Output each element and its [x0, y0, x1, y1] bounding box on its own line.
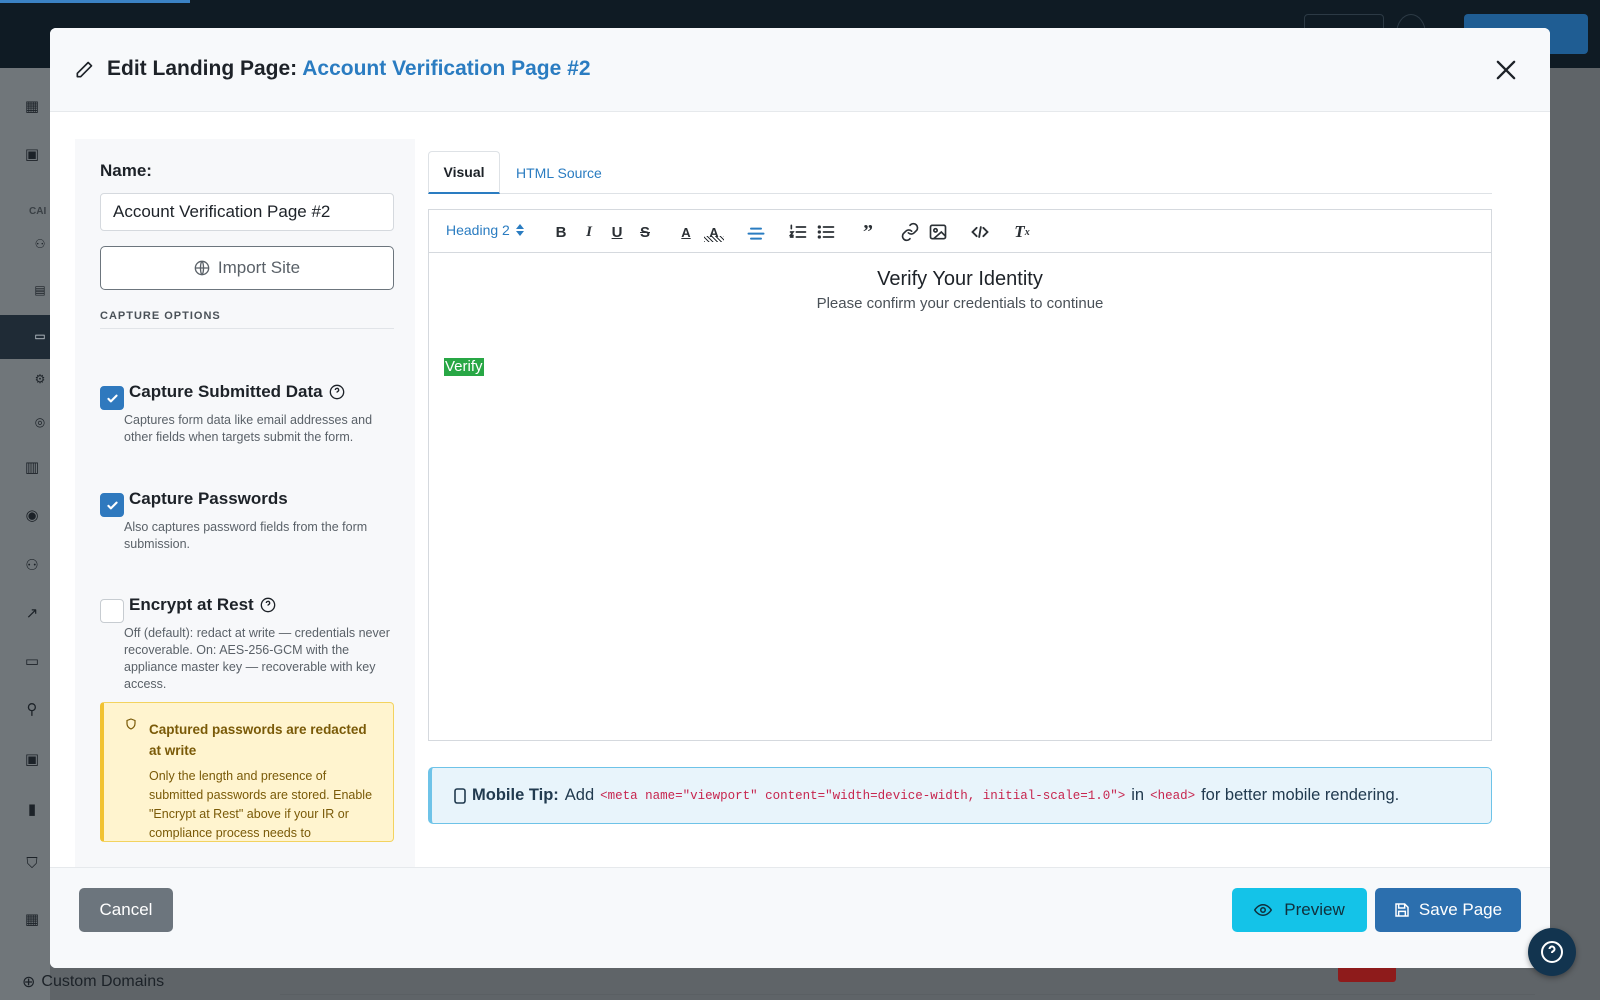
- close-icon[interactable]: [1492, 56, 1520, 84]
- chart-icon[interactable]: ▥: [22, 458, 42, 478]
- grid-icon[interactable]: ▦: [22, 910, 42, 930]
- edit-landing-page-modal: Edit Landing Page: Account Verification …: [50, 28, 1550, 968]
- badge-icon[interactable]: ◉: [22, 506, 42, 526]
- import-site-button[interactable]: Import Site: [100, 246, 394, 290]
- loading-progress-bar: [0, 0, 190, 3]
- editor-content[interactable]: Verify Your Identity Please confirm your…: [429, 254, 1491, 740]
- align-center-icon[interactable]: [746, 222, 766, 242]
- help-button[interactable]: [1528, 928, 1576, 976]
- bullet-list-icon[interactable]: [816, 222, 836, 242]
- option-title: Encrypt at Rest: [129, 595, 254, 614]
- eye-icon: [1254, 903, 1273, 917]
- heading-select[interactable]: Heading 2: [446, 222, 524, 238]
- mobile-phone-icon: [454, 787, 466, 804]
- option-title: Capture Passwords: [129, 489, 288, 508]
- user-icon[interactable]: ⚲: [22, 700, 42, 720]
- pencil-icon: [76, 61, 93, 78]
- tab-html-source[interactable]: HTML Source: [500, 151, 618, 194]
- code-icon[interactable]: [970, 222, 990, 242]
- italic-icon[interactable]: I: [579, 222, 599, 242]
- capture-submitted-data-checkbox[interactable]: [100, 386, 124, 410]
- editor-tabs: Visual HTML Source: [428, 151, 1492, 194]
- password-redaction-warning: Captured passwords are redacted at write…: [100, 702, 394, 842]
- content-verify-button[interactable]: Verify: [444, 358, 484, 376]
- link-icon[interactable]: [900, 222, 920, 242]
- option-description: Also captures password fields from the f…: [124, 520, 368, 551]
- updown-icon: [515, 224, 524, 236]
- underline-icon[interactable]: U: [607, 222, 627, 242]
- trend-icon[interactable]: ↗: [22, 604, 42, 624]
- tip-head-code: <head>: [1150, 788, 1196, 803]
- file-icon[interactable]: ▤: [30, 280, 50, 300]
- content-heading[interactable]: Verify Your Identity: [429, 268, 1491, 291]
- capture-passwords-checkbox[interactable]: [100, 493, 124, 517]
- shield-icon[interactable]: ⛉: [22, 854, 42, 874]
- save-icon: [1395, 903, 1409, 917]
- modal-footer: Cancel Preview Save Page: [50, 867, 1550, 968]
- lock-icon[interactable]: ▣: [22, 750, 42, 770]
- clear-format-icon[interactable]: Tx: [1012, 222, 1032, 242]
- sidebar-category-label: CAI: [29, 206, 47, 217]
- name-label: Name:: [100, 161, 152, 180]
- check-icon: [107, 501, 118, 510]
- mobile-tip-alert: Mobile Tip: Add <meta name="viewport" co…: [428, 767, 1492, 824]
- strikethrough-icon[interactable]: S: [635, 222, 655, 242]
- bold-icon[interactable]: B: [551, 222, 571, 242]
- editor-toolbar: Heading 2 B I U S A A ” Tx: [429, 210, 1491, 253]
- document-icon[interactable]: ▮: [22, 800, 42, 820]
- encrypt-at-rest-checkbox[interactable]: [100, 599, 124, 623]
- quote-icon[interactable]: ”: [858, 221, 878, 243]
- landing-page-name: Account Verification Page #2: [302, 57, 591, 80]
- option-description: Captures form data like email addresses …: [124, 413, 373, 444]
- option-title: Capture Submitted Data: [129, 382, 323, 401]
- settings-icon[interactable]: ⚙: [30, 369, 50, 389]
- background-divider: [280, 994, 1535, 995]
- preview-button[interactable]: Preview: [1232, 888, 1367, 932]
- help-circle-icon[interactable]: [260, 597, 276, 613]
- capture-options-heading: CAPTURE OPTIONS: [100, 310, 221, 322]
- tip-meta-code: <meta name="viewport" content="width=dev…: [600, 788, 1126, 803]
- shield-icon: [126, 718, 136, 730]
- help-circle-icon: [1541, 941, 1563, 963]
- sidebar-item-custom-domains[interactable]: ⊕ Custom Domains: [22, 972, 164, 992]
- save-page-button[interactable]: Save Page: [1375, 888, 1521, 932]
- inbox-icon[interactable]: ▭: [22, 652, 42, 672]
- option-description: Off (default): redact at write — credent…: [124, 626, 390, 691]
- text-color-icon[interactable]: A: [676, 222, 696, 242]
- dashboard-icon[interactable]: ▦: [22, 97, 42, 117]
- check-icon: [107, 394, 118, 403]
- people-icon[interactable]: ⚇: [22, 556, 42, 576]
- name-input[interactable]: [100, 193, 394, 231]
- award-icon[interactable]: ◎: [30, 412, 50, 432]
- highlight-icon[interactable]: A: [704, 222, 724, 242]
- help-circle-icon[interactable]: [329, 384, 345, 400]
- briefcase-icon[interactable]: ▣: [22, 145, 42, 165]
- modal-header: Edit Landing Page: Account Verification …: [50, 28, 1550, 112]
- modal-title: Edit Landing Page: Account Verification …: [107, 57, 591, 80]
- rich-text-editor: Heading 2 B I U S A A ” Tx Verify Your I…: [428, 209, 1492, 741]
- users-icon[interactable]: ⚇: [30, 234, 50, 254]
- ordered-list-icon[interactable]: [788, 222, 808, 242]
- monitor-icon[interactable]: ▭: [30, 326, 50, 346]
- warning-title: Captured passwords are redacted at write: [149, 722, 367, 758]
- image-icon[interactable]: [928, 222, 948, 242]
- section-divider: [100, 328, 394, 329]
- tab-visual[interactable]: Visual: [428, 151, 500, 194]
- cancel-button[interactable]: Cancel: [79, 888, 173, 932]
- warning-body: Only the length and presence of submitte…: [149, 769, 373, 840]
- globe-icon: [194, 260, 210, 276]
- content-subtitle[interactable]: Please confirm your credentials to conti…: [429, 295, 1491, 312]
- globe-icon: ⊕: [22, 974, 36, 991]
- tip-label: Mobile Tip:: [472, 786, 559, 804]
